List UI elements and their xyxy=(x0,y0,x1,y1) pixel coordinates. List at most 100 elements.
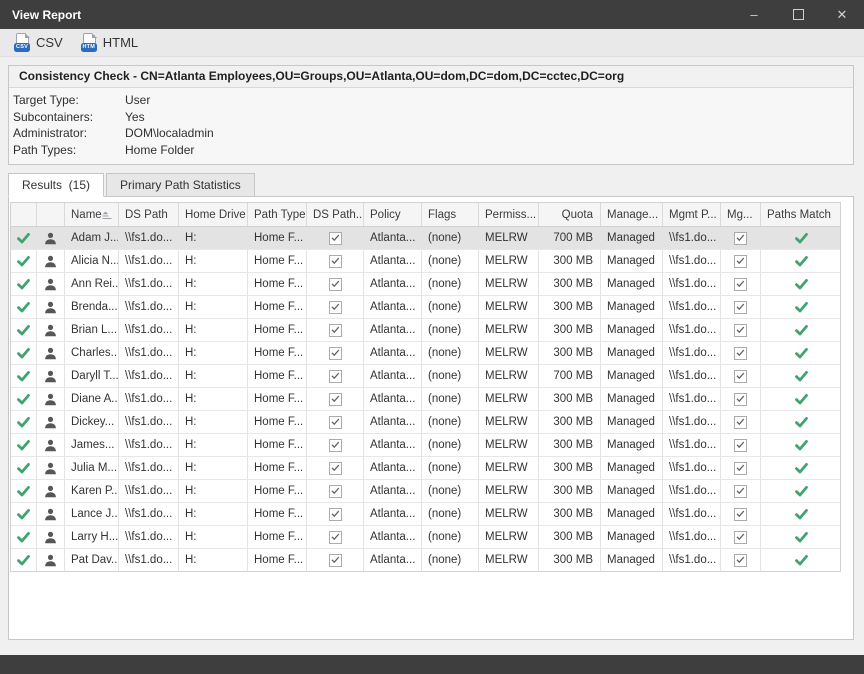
checkbox[interactable] xyxy=(734,393,747,406)
checkbox[interactable] xyxy=(329,255,342,268)
table-row[interactable]: Lance J...\\fs1.do...H:Home F...Atlanta.… xyxy=(11,503,840,526)
maximize-button[interactable] xyxy=(776,0,820,29)
checkbox[interactable] xyxy=(734,301,747,314)
table-row[interactable]: Alicia N...\\fs1.do...H:Home F...Atlanta… xyxy=(11,250,840,273)
checkbox[interactable] xyxy=(734,508,747,521)
table-row[interactable]: Pat Dav...\\fs1.do...H:Home F...Atlanta.… xyxy=(11,549,840,571)
table-row[interactable]: Karen P...\\fs1.do...H:Home F...Atlanta.… xyxy=(11,480,840,503)
cell-ds-path-managed xyxy=(307,434,364,456)
checkbox[interactable] xyxy=(329,416,342,429)
user-icon xyxy=(44,324,57,337)
table-row[interactable]: Brian L...\\fs1.do...H:Home F...Atlanta.… xyxy=(11,319,840,342)
column-header-label: Manage... xyxy=(607,209,658,221)
checkbox[interactable] xyxy=(329,462,342,475)
user-icon xyxy=(44,232,57,245)
checkbox[interactable] xyxy=(734,370,747,383)
cell-path-type: Home F... xyxy=(248,296,307,318)
export-csv-button[interactable]: CSV CSV xyxy=(5,30,72,55)
column-header-user[interactable] xyxy=(37,203,65,226)
cell-paths-match xyxy=(761,342,841,364)
table-row[interactable]: Dickey...\\fs1.do...H:Home F...Atlanta..… xyxy=(11,411,840,434)
checkbox[interactable] xyxy=(329,370,342,383)
minimize-button[interactable]: – xyxy=(732,0,776,29)
column-header-managed[interactable]: Manage... xyxy=(601,203,663,226)
column-header-name[interactable]: Name xyxy=(65,203,119,226)
checkbox[interactable] xyxy=(734,485,747,498)
green-check-icon xyxy=(17,256,30,267)
table-row[interactable]: Diane A...\\fs1.do...H:Home F...Atlanta.… xyxy=(11,388,840,411)
column-header-mgmt-managed[interactable]: Mg... xyxy=(721,203,761,226)
cell-permissions: MELRW xyxy=(479,319,539,341)
column-header-path-type[interactable]: Path Type xyxy=(248,203,307,226)
table-row[interactable]: Brenda...\\fs1.do...H:Home F...Atlanta..… xyxy=(11,296,840,319)
close-button[interactable]: ✕ xyxy=(820,0,864,29)
checkbox[interactable] xyxy=(329,485,342,498)
column-header-quota[interactable]: Quota xyxy=(539,203,601,226)
cell-mgmt-managed xyxy=(721,296,761,318)
table-row[interactable]: James...\\fs1.do...H:Home F...Atlanta...… xyxy=(11,434,840,457)
column-header-policy[interactable]: Policy xyxy=(364,203,422,226)
info-row-target-type: Target Type: User xyxy=(13,92,853,109)
status-bar xyxy=(0,655,864,674)
table-row[interactable]: Larry H...\\fs1.do...H:Home F...Atlanta.… xyxy=(11,526,840,549)
column-header-ds-path-managed[interactable]: DS Path... xyxy=(307,203,364,226)
checkbox[interactable] xyxy=(329,324,342,337)
cell-managed: Managed xyxy=(601,480,663,502)
table-row[interactable]: Charles...\\fs1.do...H:Home F...Atlanta.… xyxy=(11,342,840,365)
export-html-button[interactable]: HTM HTML xyxy=(72,30,147,55)
column-header-ds-path[interactable]: DS Path xyxy=(119,203,179,226)
user-icon xyxy=(44,531,57,544)
info-row-administrator: Administrator: DOM\localadmin xyxy=(13,125,853,142)
checkbox[interactable] xyxy=(329,508,342,521)
user-icon xyxy=(44,439,57,452)
column-header-paths-match[interactable]: Paths Match xyxy=(761,203,841,226)
tab-results[interactable]: Results (15) xyxy=(8,173,104,197)
table-row[interactable]: Adam J...\\fs1.do...H:Home F...Atlanta..… xyxy=(11,227,840,250)
checkbox[interactable] xyxy=(329,439,342,452)
checkbox[interactable] xyxy=(734,347,747,360)
checkbox[interactable] xyxy=(734,416,747,429)
table-row[interactable]: Ann Rei...\\fs1.do...H:Home F...Atlanta.… xyxy=(11,273,840,296)
checkbox[interactable] xyxy=(734,439,747,452)
cell-name: Julia M... xyxy=(65,457,119,479)
cell-managed: Managed xyxy=(601,227,663,249)
cell-quota: 300 MB xyxy=(539,388,601,410)
green-check-icon xyxy=(17,325,30,336)
checkbox[interactable] xyxy=(329,393,342,406)
cell-ds-path-managed xyxy=(307,411,364,433)
cell-paths-match xyxy=(761,227,841,249)
cell-managed: Managed xyxy=(601,457,663,479)
cell-managed: Managed xyxy=(601,526,663,548)
cell-status xyxy=(11,549,37,571)
column-header-mgmt-path[interactable]: Mgmt P... xyxy=(663,203,721,226)
table-row[interactable]: Julia M...\\fs1.do...H:Home F...Atlanta.… xyxy=(11,457,840,480)
checkbox[interactable] xyxy=(329,278,342,291)
checkbox[interactable] xyxy=(734,278,747,291)
cell-managed: Managed xyxy=(601,319,663,341)
checkbox[interactable] xyxy=(734,324,747,337)
checkbox[interactable] xyxy=(329,347,342,360)
checkbox[interactable] xyxy=(329,301,342,314)
cell-ds-path-managed xyxy=(307,365,364,387)
table-row[interactable]: Daryll T...\\fs1.do...H:Home F...Atlanta… xyxy=(11,365,840,388)
checkbox[interactable] xyxy=(329,554,342,567)
checkbox[interactable] xyxy=(734,255,747,268)
cell-ds-path: \\fs1.do... xyxy=(119,296,179,318)
checkbox[interactable] xyxy=(734,462,747,475)
column-header-label: DS Path xyxy=(125,209,168,221)
cell-quota: 300 MB xyxy=(539,273,601,295)
checkbox[interactable] xyxy=(329,232,342,245)
cell-mgmt-managed xyxy=(721,434,761,456)
column-header-status[interactable] xyxy=(11,203,37,226)
cell-policy: Atlanta... xyxy=(364,342,422,364)
cell-name: Larry H... xyxy=(65,526,119,548)
checkbox[interactable] xyxy=(734,554,747,567)
tab-primary-path-statistics[interactable]: Primary Path Statistics xyxy=(106,173,255,197)
checkbox[interactable] xyxy=(734,531,747,544)
column-header-home-drive[interactable]: Home Drive xyxy=(179,203,248,226)
checkbox[interactable] xyxy=(734,232,747,245)
checkbox[interactable] xyxy=(329,531,342,544)
column-header-flags[interactable]: Flags xyxy=(422,203,479,226)
column-header-permissions[interactable]: Permiss... xyxy=(479,203,539,226)
cell-name: Alicia N... xyxy=(65,250,119,272)
